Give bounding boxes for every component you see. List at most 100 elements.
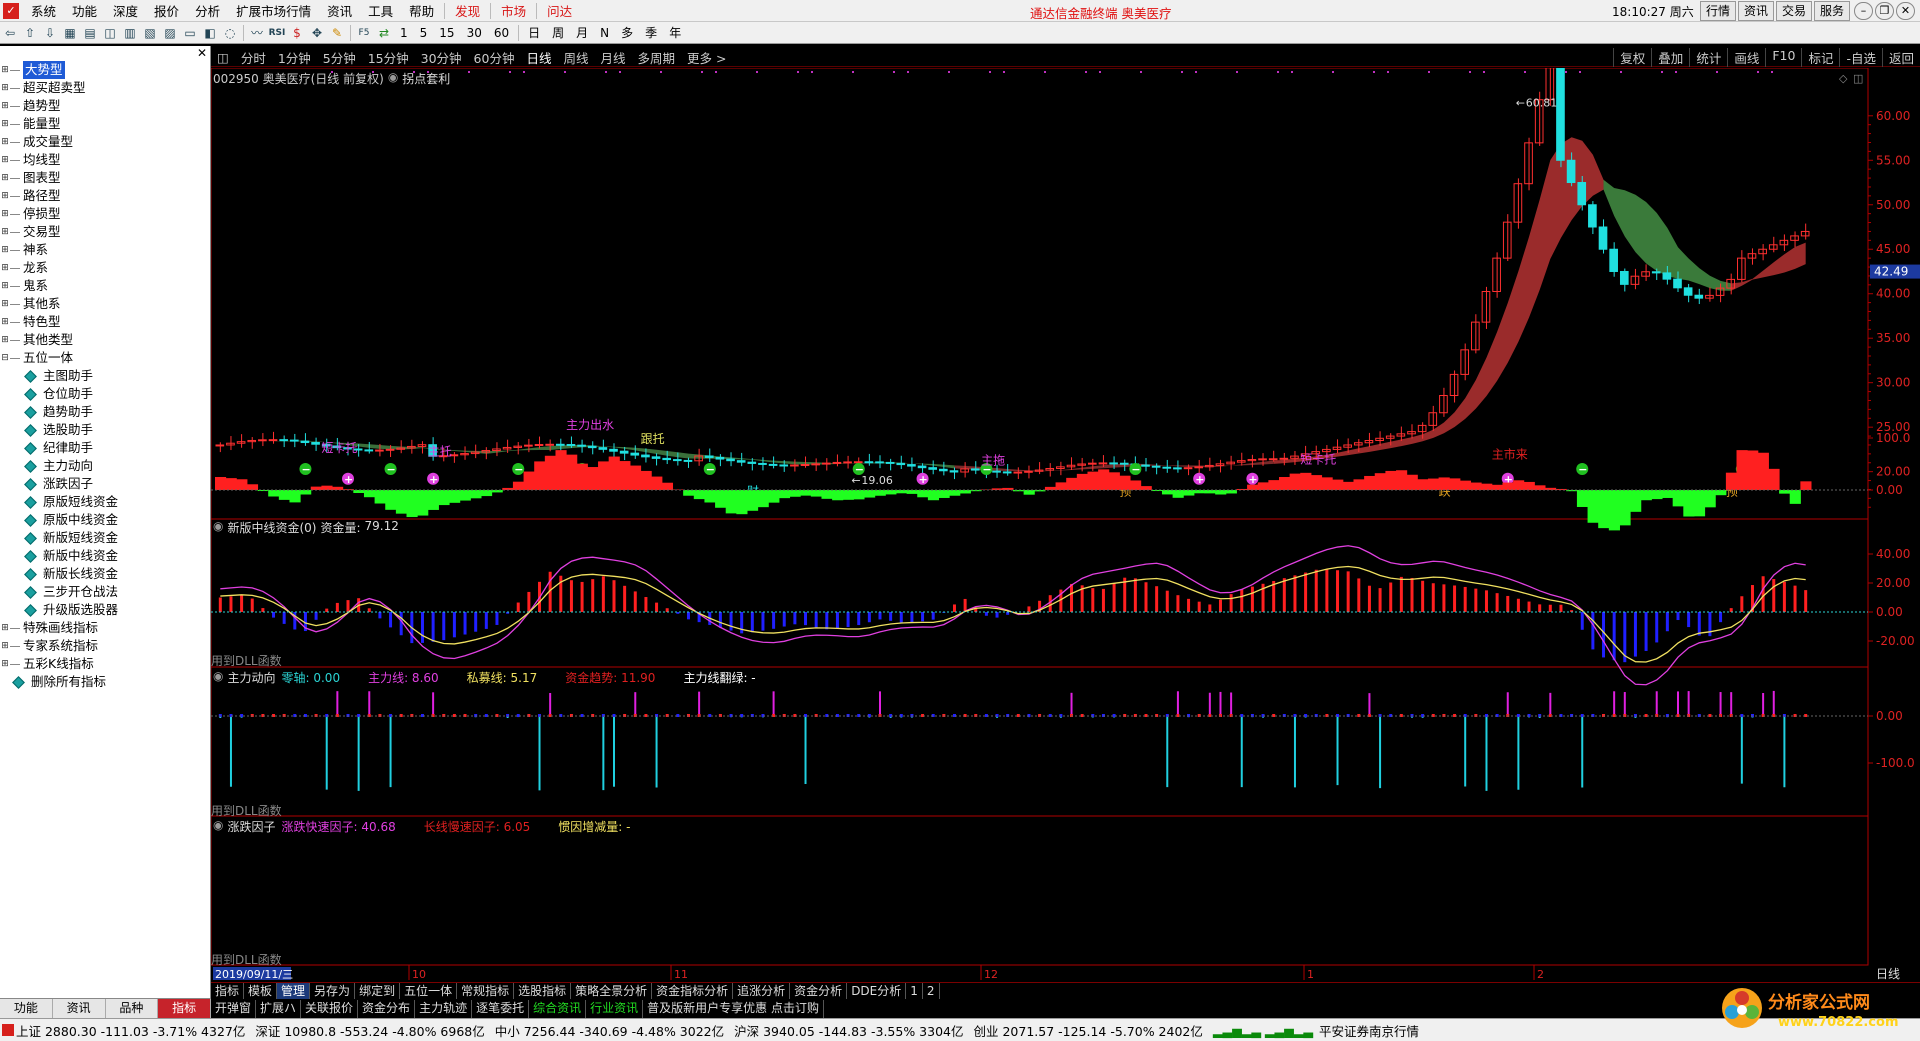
indicator-tab[interactable]: 常规指标 (457, 983, 515, 999)
tree-item[interactable]: ⊞ 专家系统指标 (0, 637, 210, 655)
down-arrow-icon[interactable]: ⇩ (40, 24, 60, 42)
expand-icon[interactable]: ⊞ (0, 619, 10, 637)
menu-wenda[interactable]: 问达 (539, 1, 580, 20)
period-month[interactable]: 月 (570, 24, 594, 41)
move-icon[interactable]: ✥ (307, 24, 327, 42)
tree-item[interactable]: ⊞ 特色型 (0, 313, 210, 331)
menu-discover[interactable]: 发现 (447, 1, 488, 20)
service-button[interactable]: 服务 (1814, 1, 1851, 21)
function-tab[interactable]: 逐笔委托 (472, 1000, 530, 1018)
period-60[interactable]: 60 (488, 26, 515, 40)
tree-item[interactable]: ⊞ 神系 (0, 241, 210, 259)
tree-item[interactable]: 主图助手 (0, 367, 210, 385)
expand-icon[interactable]: ⊞ (0, 313, 10, 331)
indicator-tab[interactable]: 五位一体 (400, 983, 458, 999)
trade-button[interactable]: 交易 (1776, 1, 1813, 21)
expand-icon[interactable]: ⊞ (0, 205, 10, 223)
document-icon[interactable]: ▭ (180, 24, 200, 42)
pencil-icon[interactable]: ✎ (327, 24, 347, 42)
menu-market[interactable]: 市场 (493, 1, 534, 20)
tab-info[interactable]: 资讯 (53, 999, 106, 1018)
collapse-icon[interactable]: ⊟ (0, 349, 10, 367)
period-tab-active[interactable]: 日线 (520, 48, 557, 67)
tree-item[interactable]: ⊞ 五彩K线指标 (0, 655, 210, 673)
period-tab[interactable]: 周线 (557, 48, 594, 67)
finance-icon[interactable]: ▨ (160, 24, 180, 42)
tab-indicator[interactable]: 指标 (158, 999, 211, 1018)
expand-icon[interactable]: ⊞ (0, 133, 10, 151)
main-indicator-name[interactable]: 拐点套利 (402, 70, 450, 87)
bar-chart-icon[interactable]: ▥ (120, 24, 140, 42)
tree-item[interactable]: ⊞ 停损型 (0, 205, 210, 223)
menu-quote[interactable]: 报价 (146, 1, 187, 20)
tree-item[interactable]: 趋势助手 (0, 403, 210, 421)
tab-function[interactable]: 功能 (0, 999, 53, 1018)
indicator-tab[interactable]: DDE分析 (847, 983, 907, 999)
indicator-tab[interactable]: 资金指标分析 (652, 983, 734, 999)
period-5[interactable]: 5 (414, 26, 434, 40)
return-button[interactable]: 返回 (1881, 48, 1920, 67)
period-tab[interactable]: 分时 (235, 48, 272, 67)
back-arrow-icon[interactable]: ⇦ (0, 24, 20, 42)
tree-item[interactable]: ⊞ 龙系 (0, 259, 210, 277)
period-tab[interactable]: 1分钟 (272, 48, 317, 67)
tree-item[interactable]: 升级版选股器 (0, 601, 210, 619)
chart-area[interactable]: 60.0055.0050.0045.0040.0035.0030.0025.00… (211, 68, 1920, 982)
function-tab[interactable]: 关联报价 (301, 1000, 359, 1018)
trend-icon[interactable]: ◫ (100, 24, 120, 42)
period-15[interactable]: 15 (433, 26, 460, 40)
ticker-gem[interactable]: 创业 2071.57 -125.14 -5.70% 2402亿 (974, 1021, 1203, 1040)
indicator-tab[interactable]: 指标 (211, 983, 245, 999)
tree-item[interactable]: 涨跌因子 (0, 475, 210, 493)
period-year[interactable]: 年 (663, 24, 687, 41)
ticker-sz[interactable]: 深证 10980.8 -553.24 -4.80% 6968亿 (255, 1021, 484, 1040)
pane-toggle-icon[interactable]: ◉ (213, 519, 223, 536)
switch-icon[interactable]: ⇄ (374, 24, 394, 42)
chart-window-icon[interactable]: ◧ (200, 24, 220, 42)
expand-icon[interactable]: ⊞ (0, 79, 10, 97)
expand-icon[interactable]: ⊞ (0, 223, 10, 241)
tree-item[interactable]: 选股助手 (0, 421, 210, 439)
tree-item[interactable]: ⊟ 五位一体 (0, 349, 210, 367)
period-tab-more[interactable]: 更多 > (681, 48, 732, 67)
tree-item[interactable]: ⊞ 特殊画线指标 (0, 619, 210, 637)
tree-item[interactable]: ⊞ 路径型 (0, 187, 210, 205)
table-icon[interactable]: ▧ (140, 24, 160, 42)
refresh-icon[interactable]: ◌ (220, 24, 240, 42)
indicator-tab[interactable]: 2 (923, 983, 940, 999)
expand-icon[interactable]: ⊞ (0, 295, 10, 313)
function-tab[interactable]: 行业资讯 (586, 1000, 644, 1018)
expand-icon[interactable]: ⊞ (0, 259, 10, 277)
expand-icon[interactable]: ⊞ (0, 655, 10, 673)
period-n[interactable]: N (594, 26, 615, 40)
close-panel-icon[interactable]: ✕ (197, 46, 207, 60)
tree-item[interactable]: 三步开仓战法 (0, 583, 210, 601)
menu-depth[interactable]: 深度 (105, 1, 146, 20)
period-quarter[interactable]: 季 (639, 24, 663, 41)
function-tab[interactable]: 扩展ハ (256, 1000, 302, 1018)
tree-item[interactable]: 新版中线资金 (0, 547, 210, 565)
tree-item[interactable]: 原版短线资金 (0, 493, 210, 511)
pane3-name[interactable]: 涨跌因子 (227, 818, 275, 835)
tab-variety[interactable]: 品种 (106, 999, 159, 1018)
tree-item[interactable]: ⊞ 趋势型 (0, 97, 210, 115)
period-tab[interactable]: 5分钟 (317, 48, 362, 67)
list-icon[interactable]: ▦ (60, 24, 80, 42)
line-chart-icon[interactable]: 〰 (247, 24, 267, 42)
indicator-tab[interactable]: 1 (906, 983, 923, 999)
indicator-tab[interactable]: 模板 (244, 983, 278, 999)
tree-item[interactable]: 新版短线资金 (0, 529, 210, 547)
money-icon[interactable]: $ (287, 24, 307, 42)
menu-analysis[interactable]: 分析 (187, 1, 228, 20)
indicator-tab[interactable]: 绑定到 (355, 983, 401, 999)
expand-icon[interactable]: ⊞ (0, 97, 10, 115)
period-week[interactable]: 周 (546, 24, 570, 41)
ticker-sme[interactable]: 中小 7256.44 -340.69 -4.48% 3022亿 (495, 1021, 724, 1040)
period-multi[interactable]: 多 (615, 24, 639, 41)
draw-button[interactable]: 画线 (1727, 48, 1765, 67)
ticker-sh[interactable]: 上证 2880.30 -111.03 -3.71% 4327亿 (16, 1021, 245, 1040)
expand-icon[interactable]: ⊞ (0, 277, 10, 295)
tree-item[interactable]: 纪律助手 (0, 439, 210, 457)
expand-icon[interactable]: ⊞ (0, 331, 10, 349)
mark-button[interactable]: 标记 (1801, 48, 1839, 67)
